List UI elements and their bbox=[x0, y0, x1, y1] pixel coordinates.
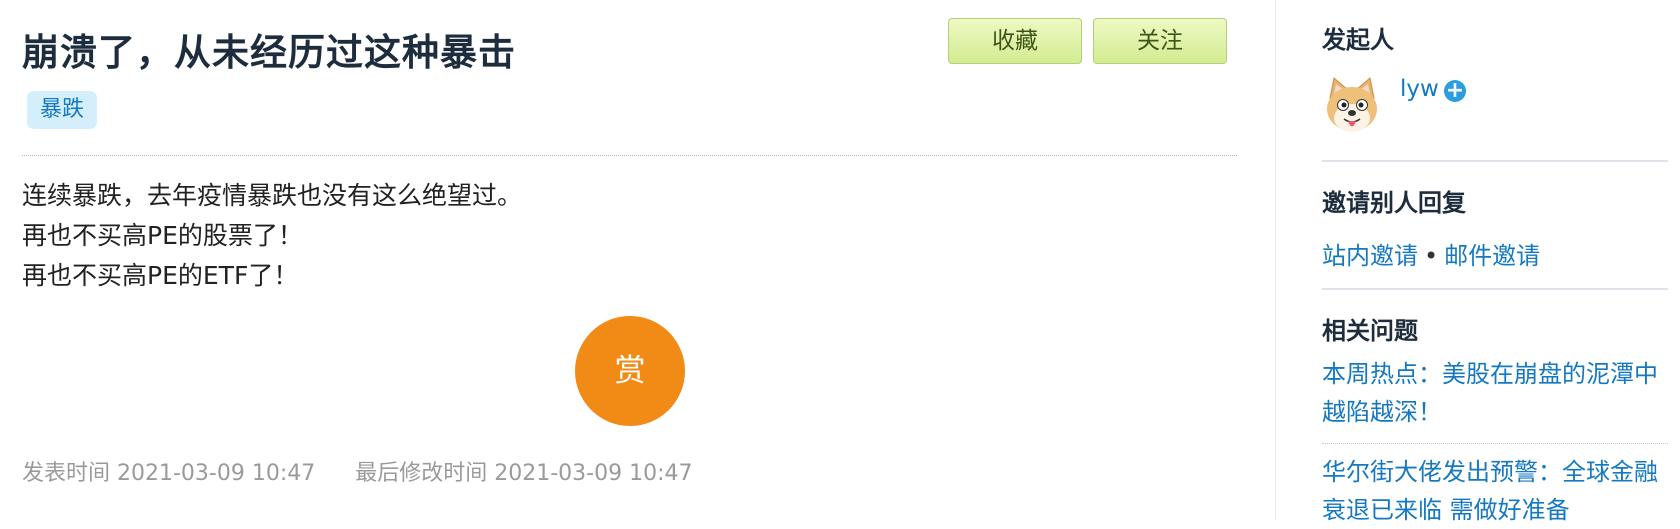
favorite-button[interactable]: 收藏 bbox=[948, 18, 1082, 64]
body-line: 连续暴跌，去年疫情暴跌也没有这么绝望过。 bbox=[22, 181, 523, 210]
email-invite-link[interactable]: 邮件邀请 bbox=[1444, 242, 1540, 270]
initiator-username[interactable]: lyw bbox=[1400, 76, 1439, 102]
body-line: 再也不买高PE的股票了！ bbox=[22, 221, 303, 250]
reward-button[interactable]: 赏 bbox=[575, 316, 685, 426]
sidebar-divider bbox=[1322, 160, 1668, 162]
invite-heading: 邀请别人回复 bbox=[1322, 189, 1466, 217]
question-body: 连续暴跌，去年疫情暴跌也没有这么绝望过。 再也不买高PE的股票了！ 再也不买高P… bbox=[22, 176, 522, 296]
sidebar: 发起人 lyw + 邀请别人回复 站内邀请 • 邮件邀请 相关问题 本周热点：美股在… bbox=[1322, 0, 1668, 524]
title-divider bbox=[22, 155, 1237, 156]
plus-circle-icon[interactable]: + bbox=[1444, 80, 1466, 102]
published-time: 发表时间 2021-03-09 10:47 bbox=[22, 461, 316, 486]
related-heading: 相关问题 bbox=[1322, 317, 1418, 345]
question-title: 崩溃了，从未经历过这种暴击 bbox=[22, 31, 516, 74]
related-divider bbox=[1322, 443, 1668, 444]
question-main: 崩溃了，从未经历过这种暴击 收藏 关注 暴跌 连续暴跌，去年疫情暴跌也没有这么绝… bbox=[22, 0, 1237, 520]
topic-tag[interactable]: 暴跌 bbox=[27, 91, 98, 129]
invite-separator: • bbox=[1424, 242, 1439, 270]
related-question-link[interactable]: 本周热点：美股在崩盘的泥潭中越陷越深！ bbox=[1322, 355, 1668, 431]
question-meta: 发表时间 2021-03-09 10:47 最后修改时间 2021-03-09 1… bbox=[22, 455, 693, 487]
related-question-link[interactable]: 华尔街大佬发出预警：全球金融衰退已来临 需做好准备 bbox=[1322, 453, 1668, 529]
invite-links: 站内邀请 • 邮件邀请 bbox=[1322, 236, 1540, 271]
column-divider bbox=[1275, 0, 1276, 520]
body-line: 再也不买高PE的ETF了！ bbox=[22, 261, 299, 290]
modified-time: 最后修改时间 2021-03-09 10:47 bbox=[355, 461, 693, 486]
shiba-dog-avatar-icon[interactable] bbox=[1322, 76, 1382, 136]
sidebar-divider bbox=[1322, 288, 1668, 290]
initiator-heading: 发起人 bbox=[1322, 26, 1394, 54]
site-invite-link[interactable]: 站内邀请 bbox=[1322, 242, 1418, 270]
follow-button[interactable]: 关注 bbox=[1093, 18, 1227, 64]
